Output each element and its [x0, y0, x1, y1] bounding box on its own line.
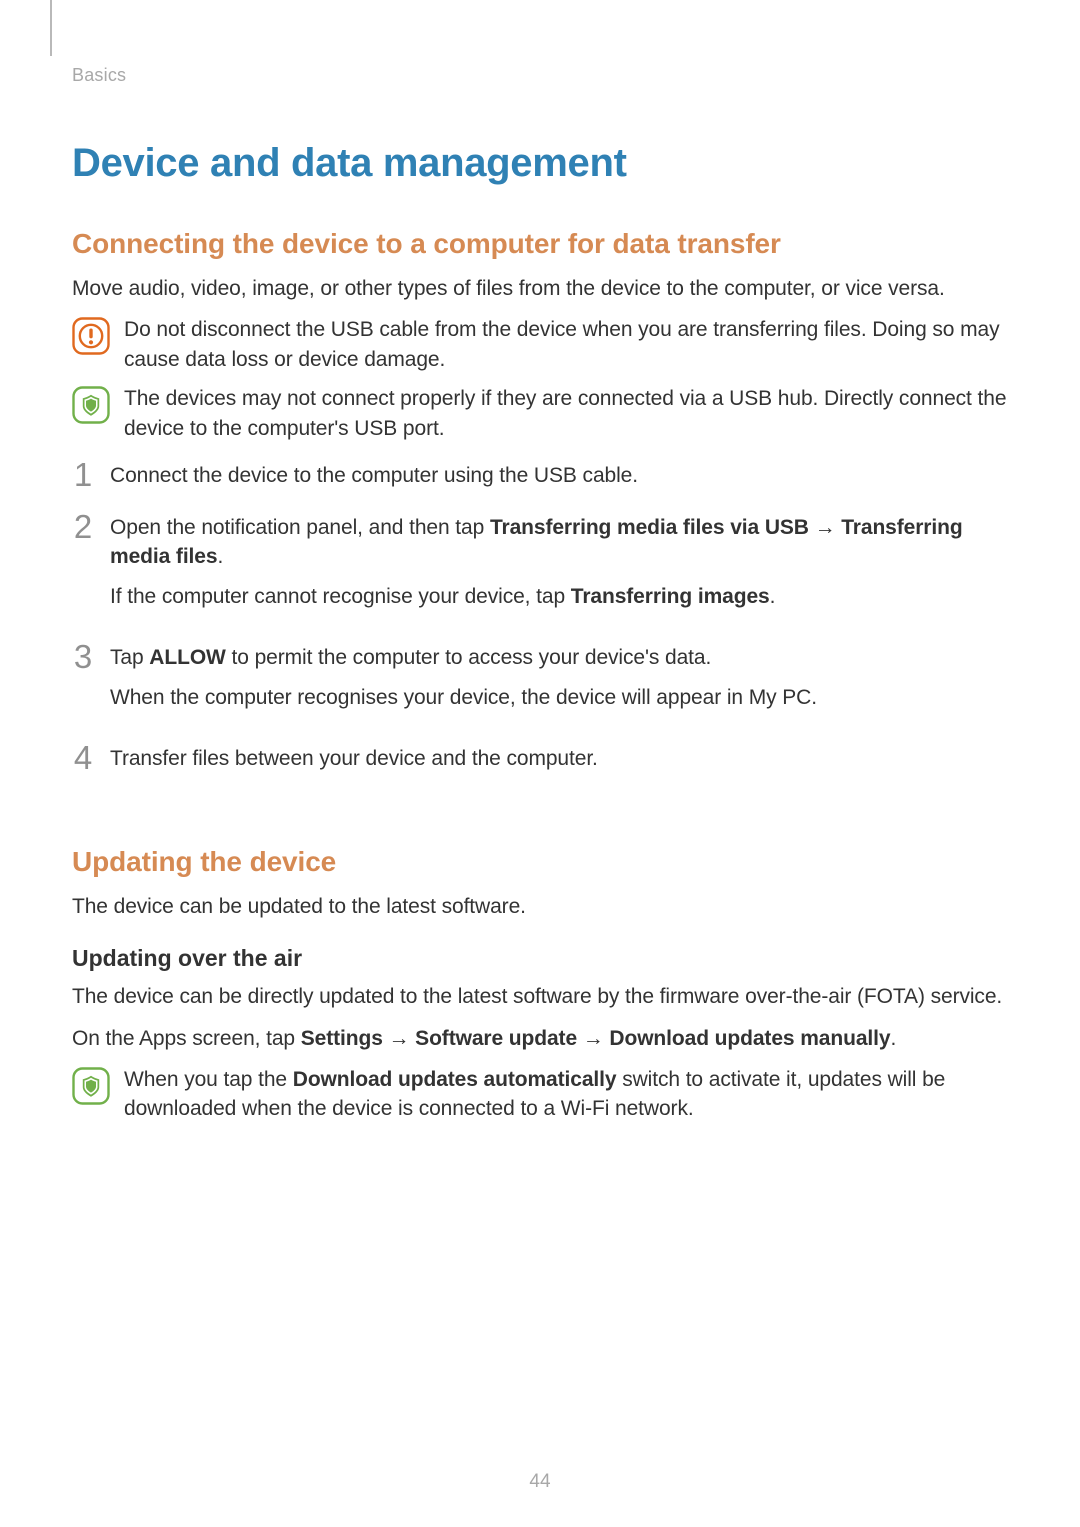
- step-3: 3 Tap ALLOW to permit the computer to ac…: [72, 643, 1010, 722]
- step-1-text: Connect the device to the computer using…: [110, 461, 638, 490]
- section1-intro: Move audio, video, image, or other types…: [72, 274, 1010, 303]
- auto-update-b: Download updates automatically: [293, 1068, 617, 1091]
- warning-note: Do not disconnect the USB cable from the…: [72, 315, 1010, 374]
- info-note-usb-hub: The devices may not connect properly if …: [72, 384, 1010, 443]
- info-text-usb-hub: The devices may not connect properly if …: [124, 384, 1010, 443]
- step-number-1: 1: [72, 458, 94, 491]
- section-heading-connecting: Connecting the device to a computer for …: [72, 228, 1010, 260]
- step-2-text-a: Open the notification panel, and then ta…: [110, 516, 490, 539]
- ota-p1: The device can be directly updated to th…: [72, 982, 1010, 1011]
- warning-text: Do not disconnect the USB cable from the…: [124, 315, 1010, 374]
- step-3-body: Tap ALLOW to permit the computer to acce…: [110, 643, 817, 722]
- step-2-bold-b: Transferring media files via USB: [490, 516, 809, 539]
- step-2-body: Open the notification panel, and then ta…: [110, 513, 1010, 621]
- subsection-heading-ota: Updating over the air: [72, 945, 1010, 972]
- step-4: 4 Transfer files between your device and…: [72, 744, 1010, 774]
- ota-p2-c: Software update: [415, 1027, 577, 1050]
- page-title: Device and data management: [72, 141, 1010, 186]
- header-left-rule: [50, 0, 52, 56]
- ota-p2-arrow1: →: [383, 1027, 415, 1050]
- step-3-note: When the computer recognises your device…: [110, 683, 817, 712]
- ota-p2-d: Download updates manually: [609, 1027, 890, 1050]
- info-icon: [72, 1067, 110, 1105]
- info-icon: [72, 386, 110, 424]
- step-3-text-a: Tap: [110, 646, 149, 669]
- ota-p2-arrow2: →: [577, 1027, 609, 1050]
- step-2-note-a: If the computer cannot recognise your de…: [110, 585, 571, 608]
- ota-p2-a: On the Apps screen, tap: [72, 1027, 301, 1050]
- auto-update-a: When you tap the: [124, 1068, 293, 1091]
- page-number: 44: [529, 1471, 550, 1493]
- step-2-note-b: Transferring images: [571, 585, 770, 608]
- warning-icon: [72, 317, 110, 355]
- step-3-text-c: to permit the computer to access your de…: [226, 646, 711, 669]
- step-2-text-d: .: [217, 545, 223, 568]
- step-2: 2 Open the notification panel, and then …: [72, 513, 1010, 621]
- section-heading-updating: Updating the device: [72, 846, 1010, 878]
- ota-p2-e: .: [890, 1027, 896, 1050]
- page-content: Device and data management Connecting th…: [72, 141, 1010, 1124]
- step-3-bold-b: ALLOW: [149, 646, 225, 669]
- step-4-text: Transfer files between your device and t…: [110, 744, 598, 773]
- ota-p2-b: Settings: [301, 1027, 383, 1050]
- step-1: 1 Connect the device to the computer usi…: [72, 461, 1010, 491]
- breadcrumb: Basics: [72, 65, 1010, 86]
- step-number-4: 4: [72, 741, 94, 774]
- step-2-arrow: →: [809, 516, 841, 539]
- step-number-2: 2: [72, 510, 94, 543]
- step-number-3: 3: [72, 640, 94, 673]
- section2-intro: The device can be updated to the latest …: [72, 892, 1010, 921]
- ota-p2: On the Apps screen, tap Settings → Softw…: [72, 1024, 1010, 1053]
- step-2-note-c: .: [770, 585, 776, 608]
- info-note-auto-update: When you tap the Download updates automa…: [72, 1065, 1010, 1124]
- steps-list: 1 Connect the device to the computer usi…: [72, 461, 1010, 774]
- info-text-auto-update: When you tap the Download updates automa…: [124, 1065, 1010, 1124]
